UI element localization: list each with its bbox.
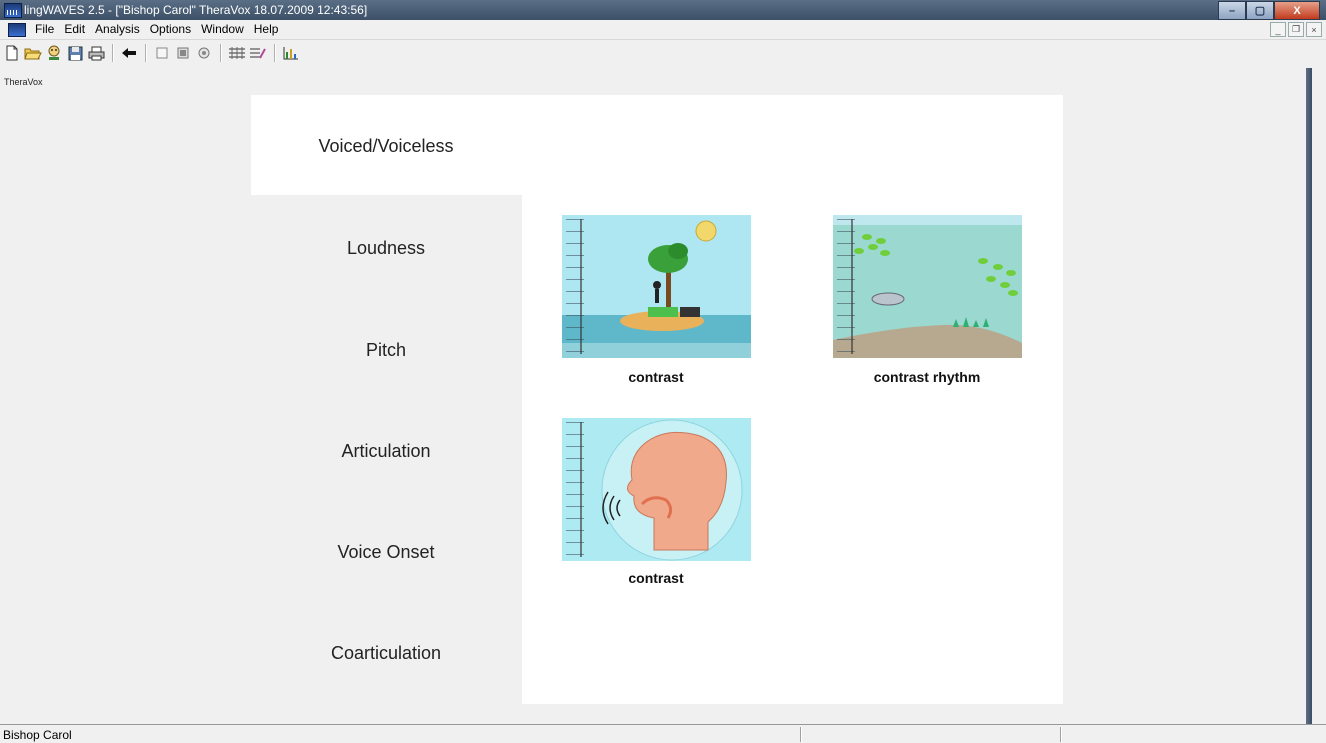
menu-edit[interactable]: Edit (59, 22, 90, 36)
app-icon[interactable] (4, 3, 22, 18)
minimize-button[interactable]: – (1218, 1, 1246, 20)
menu-window[interactable]: Window (196, 22, 249, 36)
back-arrow-icon[interactable] (120, 44, 138, 62)
island-scene-icon (562, 215, 751, 358)
exercise-label[interactable]: contrast (526, 369, 786, 385)
bar-chart-icon[interactable] (282, 44, 300, 62)
patient-icon[interactable] (45, 44, 63, 62)
status-divider (800, 727, 802, 742)
category-pitch[interactable]: Pitch (266, 340, 506, 361)
mdi-frame-border (1306, 68, 1312, 724)
head-profile-icon (562, 418, 751, 561)
menu-analysis[interactable]: Analysis (90, 22, 145, 36)
record-square-icon[interactable] (174, 44, 192, 62)
window-title: lingWAVES 2.5 - ["Bishop Carol" TheraVox… (24, 3, 368, 17)
underwater-dolphin-icon (833, 215, 1022, 358)
toolbar (0, 40, 1326, 66)
status-divider (1060, 727, 1062, 742)
record-circle-icon[interactable] (195, 44, 213, 62)
mdi-close-button[interactable]: × (1306, 22, 1322, 37)
toolbar-separator (220, 44, 222, 62)
mdi-document-icon[interactable] (8, 23, 26, 37)
category-voiced-voiceless[interactable]: Voiced/Voiceless (266, 136, 506, 157)
open-icon[interactable] (24, 44, 42, 62)
status-bar: Bishop Carol (0, 724, 1326, 743)
mdi-controls: _ ❐ × (1270, 22, 1322, 37)
save-icon[interactable] (66, 44, 84, 62)
exercise-thumbnail[interactable] (562, 215, 751, 358)
status-user: Bishop Carol (3, 728, 72, 742)
edit-waveform-icon[interactable] (249, 44, 267, 62)
stop-square-icon[interactable] (153, 44, 171, 62)
document-label: TheraVox (4, 77, 43, 87)
category-loudness[interactable]: Loudness (266, 238, 506, 259)
maximize-button[interactable]: ▢ (1246, 1, 1274, 20)
toolbar-separator (112, 44, 114, 62)
title-bar: lingWAVES 2.5 - ["Bishop Carol" TheraVox… (0, 0, 1326, 20)
exercise-thumbnail[interactable] (562, 418, 751, 561)
toolbar-separator (145, 44, 147, 62)
print-icon[interactable] (87, 44, 105, 62)
window-controls: – ▢ X (1218, 1, 1320, 20)
waveform-grid-icon[interactable] (228, 44, 246, 62)
menu-file[interactable]: File (30, 22, 59, 36)
category-voice-onset[interactable]: Voice Onset (266, 542, 506, 563)
close-button[interactable]: X (1274, 1, 1320, 20)
exercise-label[interactable]: contrast (526, 570, 786, 586)
new-icon[interactable] (3, 44, 21, 62)
category-coarticulation[interactable]: Coarticulation (266, 643, 506, 664)
mdi-frame-margin (1313, 68, 1326, 724)
menu-bar: File Edit Analysis Options Window Help _… (0, 20, 1326, 40)
exercise-thumbnail[interactable] (833, 215, 1022, 358)
menu-help[interactable]: Help (249, 22, 284, 36)
toolbar-separator (274, 44, 276, 62)
exercise-label[interactable]: contrast rhythm (797, 369, 1057, 385)
category-articulation[interactable]: Articulation (266, 441, 506, 462)
menu-options[interactable]: Options (145, 22, 196, 36)
mdi-restore-button[interactable]: ❐ (1288, 22, 1304, 37)
mdi-minimize-button[interactable]: _ (1270, 22, 1286, 37)
